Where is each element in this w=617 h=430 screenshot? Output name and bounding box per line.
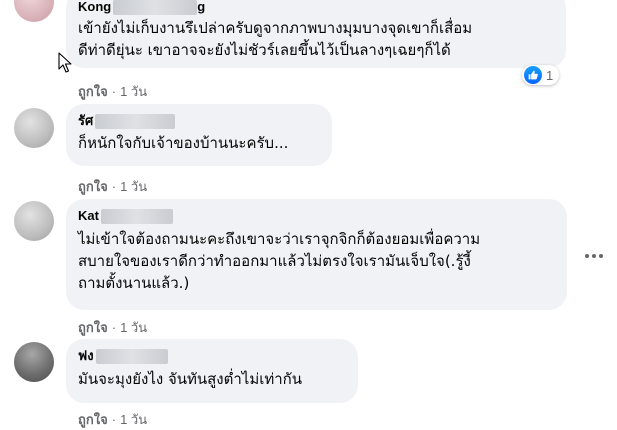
avatar[interactable] <box>14 108 54 148</box>
like-button[interactable]: ถูกใจ <box>78 179 108 194</box>
redacted-name <box>100 209 173 225</box>
like-button[interactable]: ถูกใจ <box>78 412 108 427</box>
comment-bubble: รัศ ก็หนักใจกับเจ้าของบ้านนะครับ... <box>66 104 332 166</box>
comment-timestamp[interactable]: 1 วัน <box>120 412 147 427</box>
more-icon <box>585 254 589 258</box>
avatar[interactable] <box>14 342 54 382</box>
comment-text: มันจะมุงยังไง จันทันสูงต่ำไม่เท่ากัน <box>78 370 302 389</box>
like-button[interactable]: ถูกใจ <box>78 320 108 335</box>
reaction-count-value: 1 <box>546 67 554 83</box>
comment-bubble: Kat ไม่เข้าใจต้องถามนะคะถึงเขาจะว่าเราจุ… <box>66 199 567 310</box>
comment-author[interactable]: Kong g <box>78 0 554 16</box>
redacted-name <box>113 0 198 16</box>
comment-bubble: ฟง มันจะมุงยังไง จันทันสูงต่ำไม่เท่ากัน <box>66 339 358 403</box>
comment-actions: ถูกใจ · 1 วัน <box>78 84 148 99</box>
comment-text: ไม่เข้าใจต้องถามนะคะถึงเขาจะว่าเราจุกจิก… <box>78 230 481 293</box>
avatar[interactable] <box>14 201 54 241</box>
like-reaction-icon <box>524 66 542 84</box>
like-button[interactable]: ถูกใจ <box>78 84 108 99</box>
comment-timestamp[interactable]: 1 วัน <box>120 320 147 335</box>
comment-text: เข้ายังไม่เก็บงานรึเปล่าครับดูจากภาพบางม… <box>78 19 473 60</box>
mouse-cursor-icon <box>58 52 72 73</box>
redacted-name <box>95 349 168 365</box>
comment-author[interactable]: ฟง <box>78 347 346 365</box>
comment-actions: ถูกใจ · 1 วัน <box>78 320 148 335</box>
avatar[interactable] <box>14 0 54 22</box>
comment-actions: ถูกใจ · 1 วัน <box>78 412 148 427</box>
comment-actions: ถูกใจ · 1 วัน <box>78 179 148 194</box>
comment-text: ก็หนักใจกับเจ้าของบ้านนะครับ... <box>78 134 289 153</box>
comment-bubble: Kong g เข้ายังไม่เก็บงานรึเปล่าครับดูจากภ… <box>66 0 566 68</box>
more-options-button[interactable] <box>579 241 609 271</box>
redacted-name <box>95 114 176 130</box>
comment-timestamp[interactable]: 1 วัน <box>120 84 147 99</box>
comment-author[interactable]: รัศ <box>78 112 320 130</box>
comment-author[interactable]: Kat <box>78 207 555 225</box>
reaction-count[interactable]: 1 <box>522 65 560 85</box>
comment-timestamp[interactable]: 1 วัน <box>120 179 147 194</box>
